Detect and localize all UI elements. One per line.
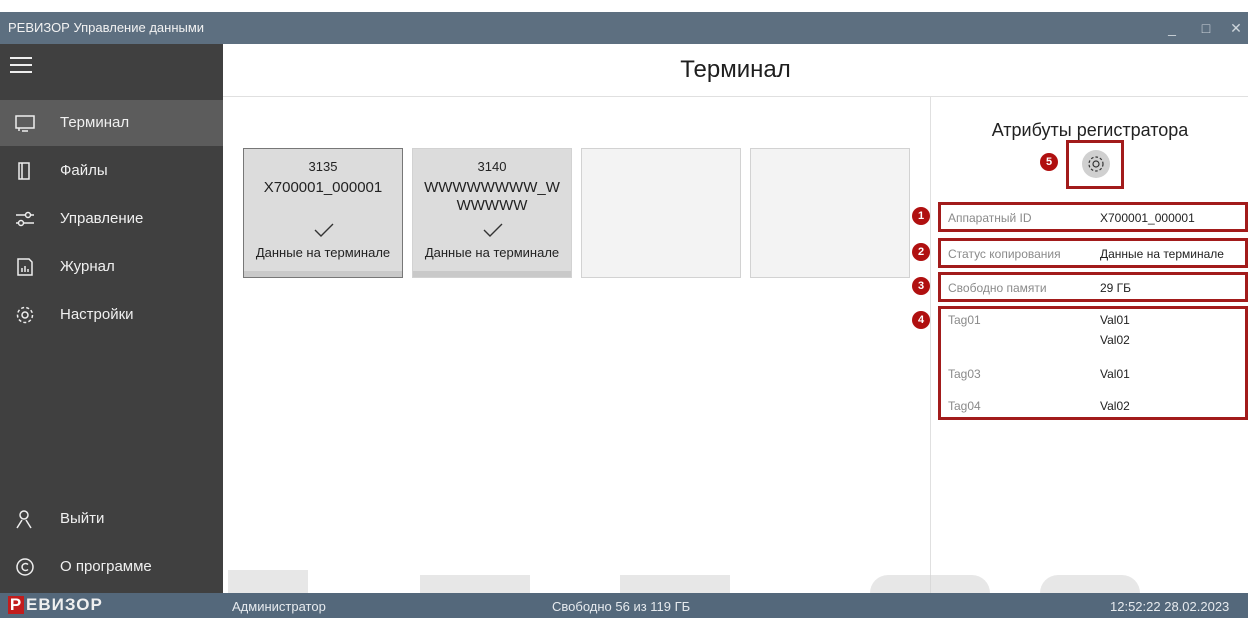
check-icon: [413, 219, 571, 241]
slot-device-id: WWWWWWWW_WWWWWW: [424, 179, 560, 214]
free-memory-label: Свободно памяти: [948, 281, 1047, 295]
title-bar: РЕВИЗОР Управление данными _ □ ✕: [0, 12, 1248, 44]
sidebar-item-journal[interactable]: Журнал: [0, 244, 223, 290]
terminal-icon: [15, 115, 35, 132]
storage-status: Свободно 56 из 119 ГБ: [552, 599, 691, 614]
tag-key: Tag03: [948, 367, 981, 381]
user-icon: [16, 510, 32, 529]
tag-value: Val01: [1100, 313, 1130, 327]
sliders-icon: [16, 211, 34, 227]
top-margin: [0, 0, 1248, 12]
slot-status: Данные на терминале: [424, 245, 560, 260]
sidebar-item-label: Управление: [60, 210, 144, 227]
sidebar-item-label: Терминал: [60, 114, 130, 131]
file-icon: [18, 162, 30, 180]
slot-progress-bar: [413, 271, 571, 277]
terminal-slot-empty[interactable]: [750, 148, 910, 278]
hamburger-icon[interactable]: [10, 54, 32, 73]
gear-icon: [16, 306, 34, 324]
sidebar-item-terminal[interactable]: Терминал: [0, 100, 223, 146]
minimize-button[interactable]: _: [1162, 18, 1182, 38]
tag-value: Val01: [1100, 367, 1130, 381]
tag-key: Tag04: [948, 399, 981, 413]
annotation-badge-4: 4: [912, 311, 930, 329]
watermark-shape: [420, 575, 530, 593]
check-icon: [244, 219, 402, 241]
terminal-slot[interactable]: 3140 WWWWWWWW_WWWWWW Данные на терминале: [412, 148, 572, 278]
annotation-badge-2: 2: [912, 243, 930, 261]
copyright-icon: [16, 558, 34, 576]
annotation-badge-1: 1: [912, 207, 930, 225]
free-memory-value: 29 ГБ: [1100, 281, 1132, 295]
tag-key: Tag01: [948, 313, 981, 327]
sidebar-item-label: Настройки: [60, 306, 134, 323]
sidebar-item-settings[interactable]: Настройки: [0, 292, 223, 338]
copy-status-value: Данные на терминале: [1100, 247, 1224, 261]
status-bar: Р ЕВИЗОР Администратор Свободно 56 из 119…: [0, 593, 1248, 618]
attributes-settings-button[interactable]: [1082, 150, 1110, 178]
terminal-slot[interactable]: 3135 X700001_000001 Данные на терминале: [243, 148, 403, 278]
page-title: Терминал: [680, 56, 791, 83]
sidebar-item-management[interactable]: Управление: [0, 196, 223, 242]
page-header: Терминал: [223, 44, 1248, 97]
annotation-badge-5: 5: [1040, 153, 1058, 171]
gear-icon: [1088, 156, 1104, 172]
slot-status: Данные на терминале: [255, 245, 391, 260]
sidebar-item-label: Выйти: [60, 510, 105, 527]
terminal-slot-empty[interactable]: [581, 148, 741, 278]
watermark-shape: [1040, 575, 1140, 593]
watermark-shape: [620, 575, 730, 593]
close-button[interactable]: ✕: [1226, 18, 1246, 38]
hardware-id-value: X700001_000001: [1100, 211, 1195, 225]
slot-number: 3140: [477, 159, 507, 174]
watermark-shape: [228, 570, 308, 593]
sidebar-item-label: О программе: [60, 558, 152, 575]
journal-icon: [17, 258, 33, 276]
slot-number: 3135: [308, 159, 338, 174]
sidebar-item-label: Журнал: [60, 258, 115, 275]
hardware-id-label: Аппаратный ID: [948, 211, 1032, 225]
annotation-badge-3: 3: [912, 277, 930, 295]
window-title: РЕВИЗОР Управление данными: [8, 20, 205, 35]
slot-device-id: X700001_000001: [263, 179, 383, 196]
app-logo: Р ЕВИЗОР: [8, 595, 103, 614]
sidebar: Терминал Файлы Управление Журнал Настрой…: [0, 44, 223, 593]
datetime: 12:52:22 28.02.2023: [1110, 599, 1230, 614]
sidebar-item-about[interactable]: О программе: [0, 544, 223, 590]
watermark-shape: [870, 575, 990, 593]
current-user: Администратор: [232, 599, 326, 614]
sidebar-item-files[interactable]: Файлы: [0, 148, 223, 194]
attributes-title: Атрибуты регистратора: [991, 120, 1189, 140]
annotation-frame-4: [938, 306, 1248, 420]
sidebar-item-logout[interactable]: Выйти: [0, 496, 223, 542]
slot-progress-bar: [244, 271, 402, 277]
tag-value: Val02: [1100, 333, 1130, 347]
maximize-button[interactable]: □: [1196, 18, 1216, 38]
sidebar-item-label: Файлы: [60, 162, 108, 179]
tag-value: Val02: [1100, 399, 1130, 413]
copy-status-label: Статус копирования: [948, 247, 1061, 261]
